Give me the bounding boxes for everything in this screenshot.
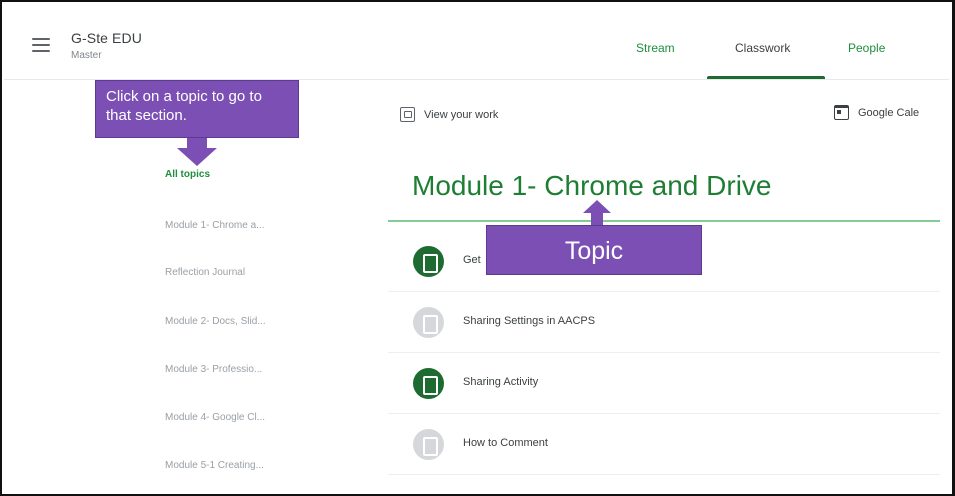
class-name[interactable]: G-Ste EDU — [71, 30, 142, 46]
screenshot-frame: G-Ste EDU Master Stream Classwork People… — [0, 0, 955, 496]
view-work-icon — [400, 107, 415, 122]
topic-module-4[interactable]: Module 4- Google Cl... — [165, 412, 265, 423]
topic-callout: Topic — [486, 225, 702, 275]
assignment-icon — [413, 246, 444, 277]
topic-title: Module 1- Chrome and Drive — [412, 170, 772, 201]
main-menu-icon[interactable] — [32, 38, 50, 52]
view-your-work-label: View your work — [424, 108, 499, 121]
classwork-item-title: How to Comment — [463, 437, 548, 449]
classwork-item-title: Sharing Activity — [463, 376, 539, 388]
topic-module-2[interactable]: Module 2- Docs, Slid... — [165, 316, 266, 327]
tab-people[interactable]: People — [848, 41, 885, 55]
google-calendar-label: Google Cale — [858, 106, 920, 119]
topic-reflection-journal[interactable]: Reflection Journal — [165, 267, 245, 278]
tab-classwork[interactable]: Classwork — [735, 41, 790, 55]
calendar-icon — [834, 105, 849, 120]
view-your-work-link[interactable]: View your work — [400, 107, 498, 122]
class-section: Master — [71, 50, 102, 61]
classwork-item-title: Sharing Settings in AACPS — [463, 315, 596, 327]
topic-all-topics[interactable]: All topics — [165, 169, 210, 180]
topic-divider — [388, 220, 940, 222]
google-calendar-link[interactable]: Google Cale — [834, 105, 919, 120]
tab-stream[interactable]: Stream — [636, 41, 675, 55]
classwork-item[interactable]: Sharing Activity — [388, 353, 940, 414]
topic-module-1[interactable]: Module 1- Chrome a... — [165, 220, 265, 231]
classwork-item[interactable]: How to Comment — [388, 414, 940, 475]
topic-module-5[interactable]: Module 5-1 Creating... — [165, 460, 264, 471]
topic-module-3[interactable]: Module 3- Professio... — [165, 364, 262, 375]
material-icon — [413, 429, 444, 460]
classwork-item[interactable]: Sharing Settings in AACPS — [388, 292, 940, 353]
material-icon — [413, 307, 444, 338]
topics-callout: Click on a topic to go to that section. — [95, 80, 299, 138]
assignment-icon — [413, 368, 444, 399]
classwork-item-title: Get — [463, 254, 481, 266]
